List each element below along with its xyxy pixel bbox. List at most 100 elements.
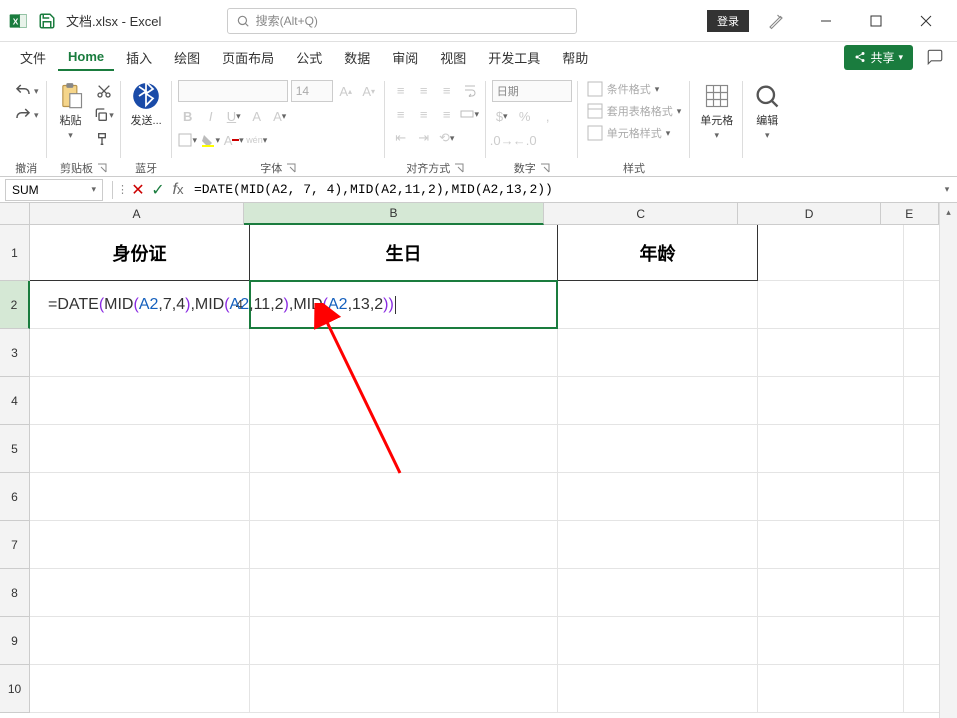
tab-help[interactable]: 帮助 — [552, 43, 598, 72]
tab-data[interactable]: 数据 — [334, 43, 380, 72]
cell-A10[interactable] — [30, 665, 250, 713]
decrease-decimal-button[interactable]: ←.0 — [515, 130, 535, 150]
save-icon[interactable] — [38, 12, 56, 30]
cell-A5[interactable] — [30, 425, 250, 473]
cell-B9[interactable] — [250, 617, 558, 665]
row-header-7[interactable]: 7 — [0, 521, 30, 569]
cell-styles-button[interactable]: 单元格样式▾ — [584, 124, 685, 142]
decrease-indent-button[interactable]: ⇤ — [391, 128, 411, 148]
cell-A9[interactable] — [30, 617, 250, 665]
col-header-C[interactable]: C — [544, 203, 739, 225]
comments-button[interactable] — [923, 45, 947, 69]
format-painter-button[interactable] — [93, 128, 115, 150]
cell-C10[interactable] — [558, 665, 758, 713]
font-size-select[interactable] — [291, 80, 333, 102]
cell-C4[interactable] — [558, 377, 758, 425]
cell-C2[interactable] — [558, 281, 758, 329]
cell-B7[interactable] — [250, 521, 558, 569]
font-expand-icon[interactable] — [286, 163, 296, 173]
bold-button[interactable]: B — [178, 106, 198, 126]
fill-color-button[interactable]: ▾ — [201, 130, 221, 150]
cell-D1[interactable] — [758, 225, 904, 281]
cell-C6[interactable] — [558, 473, 758, 521]
redo-button[interactable]: ▾ — [12, 104, 41, 126]
cell-C8[interactable] — [558, 569, 758, 617]
cell-A1[interactable]: 身份证 — [30, 225, 250, 281]
underline-button[interactable]: U▾ — [224, 106, 244, 126]
cell-A6[interactable] — [30, 473, 250, 521]
formula-cancel-button[interactable]: ✕ — [128, 180, 148, 200]
maximize-button[interactable] — [853, 6, 899, 36]
tab-review[interactable]: 审阅 — [382, 43, 428, 72]
formula-edit-overlay[interactable]: =DATE(MID(A2, 7, 4),MID(A2,11,2),MID(A2,… — [48, 281, 396, 329]
ruby-button[interactable]: A — [247, 106, 267, 126]
cell-C1[interactable]: 年龄 — [558, 225, 758, 281]
clipboard-expand-icon[interactable] — [97, 163, 107, 173]
login-button[interactable]: 登录 — [707, 10, 749, 32]
paste-button[interactable]: 粘贴▾ — [53, 80, 89, 143]
cell-C5[interactable] — [558, 425, 758, 473]
minimize-button[interactable] — [803, 6, 849, 36]
align-right-button[interactable]: ≡ — [437, 104, 457, 124]
col-header-B[interactable]: B — [244, 203, 544, 225]
tab-formulas[interactable]: 公式 — [286, 43, 332, 72]
bluetooth-send-button[interactable]: 发送... — [127, 80, 166, 130]
vertical-scrollbar[interactable]: ▴ — [939, 203, 957, 718]
search-box[interactable]: 搜索(Alt+Q) — [227, 8, 577, 34]
cell-D10[interactable] — [758, 665, 904, 713]
row-header-3[interactable]: 3 — [0, 329, 30, 377]
italic-button[interactable]: I — [201, 106, 221, 126]
share-button[interactable]: 共享 ▾ — [844, 45, 913, 70]
formula-input[interactable]: =DATE(MID(A2, 7, 4),MID(A2,11,2),MID(A2,… — [188, 182, 937, 197]
cell-C7[interactable] — [558, 521, 758, 569]
alignment-expand-icon[interactable] — [454, 163, 464, 173]
tab-developer[interactable]: 开发工具 — [478, 43, 550, 72]
cell-B1[interactable]: 生日 — [250, 225, 558, 281]
spreadsheet-grid[interactable]: ABCDE 12345678910 身份证生日年龄4=DATE(MID(A2, … — [0, 203, 957, 718]
increase-indent-button[interactable]: ⇥ — [414, 128, 434, 148]
cell-D8[interactable] — [758, 569, 904, 617]
row-header-9[interactable]: 9 — [0, 617, 30, 665]
row-header-2[interactable]: 2 — [0, 281, 30, 329]
cell-A3[interactable] — [30, 329, 250, 377]
font-color-button[interactable]: A▾ — [224, 130, 244, 150]
cell-B8[interactable] — [250, 569, 558, 617]
fx-button[interactable]: fx — [168, 180, 188, 200]
table-format-button[interactable]: 套用表格格式▾ — [584, 102, 685, 120]
number-expand-icon[interactable] — [540, 163, 550, 173]
formula-bar-expand[interactable]: ▾ — [937, 184, 957, 195]
scroll-up-button[interactable]: ▴ — [940, 203, 957, 221]
row-header-8[interactable]: 8 — [0, 569, 30, 617]
cell-B4[interactable] — [250, 377, 558, 425]
row-header-4[interactable]: 4 — [0, 377, 30, 425]
number-format-select[interactable] — [492, 80, 572, 102]
cells-button[interactable]: 单元格▾ — [696, 80, 737, 143]
row-header-6[interactable]: 6 — [0, 473, 30, 521]
formula-confirm-button[interactable]: ✓ — [148, 180, 168, 200]
cell-D6[interactable] — [758, 473, 904, 521]
percent-button[interactable]: % — [515, 106, 535, 126]
cell-B3[interactable] — [250, 329, 558, 377]
cell-B5[interactable] — [250, 425, 558, 473]
mode-switch-button[interactable] — [753, 6, 799, 36]
row-header-10[interactable]: 10 — [0, 665, 30, 713]
cell-A7[interactable] — [30, 521, 250, 569]
comma-button[interactable]: , — [538, 106, 558, 126]
cell-D7[interactable] — [758, 521, 904, 569]
increase-font-button[interactable]: A▴ — [336, 81, 356, 101]
currency-button[interactable]: $▾ — [492, 106, 512, 126]
editing-button[interactable]: 编辑▾ — [749, 80, 785, 143]
copy-button[interactable]: ▾ — [93, 104, 115, 126]
select-all-corner[interactable] — [0, 203, 30, 225]
col-header-A[interactable]: A — [30, 203, 244, 225]
pinyin-button[interactable]: wén▾ — [247, 130, 267, 150]
cell-B10[interactable] — [250, 665, 558, 713]
cell-C9[interactable] — [558, 617, 758, 665]
cell-B6[interactable] — [250, 473, 558, 521]
row-header-1[interactable]: 1 — [0, 225, 30, 281]
align-top-button[interactable]: ≡ — [391, 80, 411, 100]
tab-file[interactable]: 文件 — [10, 43, 56, 72]
cell-D2[interactable] — [758, 281, 904, 329]
cell-C3[interactable] — [558, 329, 758, 377]
align-bottom-button[interactable]: ≡ — [437, 80, 457, 100]
